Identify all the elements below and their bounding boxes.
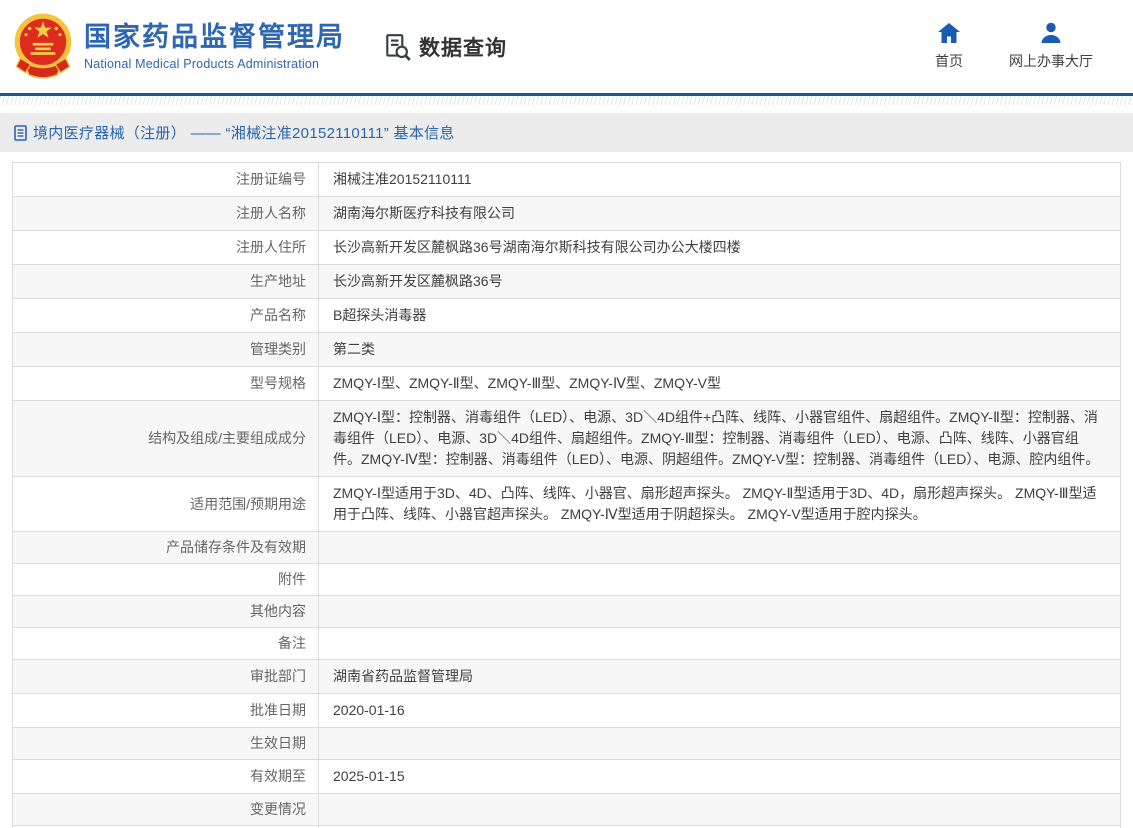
page: 国家药品监督管理局 National Medical Products Admi… <box>0 0 1133 828</box>
national-emblem-icon <box>10 11 76 83</box>
table-row: 批准日期2020-01-16 <box>13 694 1121 728</box>
row-label: 适用范围/预期用途 <box>13 477 319 532</box>
row-label: 管理类别 <box>13 333 319 367</box>
row-label: 附件 <box>13 564 319 596</box>
nav-home[interactable]: 首页 <box>935 22 963 71</box>
nav-home-label: 首页 <box>935 51 963 71</box>
row-label: 型号规格 <box>13 367 319 401</box>
row-value: B超探头消毒器 <box>319 299 1121 333</box>
table-row: 型号规格ZMQY-Ⅰ型、ZMQY-Ⅱ型、ZMQY-Ⅲ型、ZMQY-Ⅳ型、ZMQY… <box>13 367 1121 401</box>
table-row: 注册证编号湘械注准20152110111 <box>13 163 1121 197</box>
brand-text: 国家药品监督管理局 National Medical Products Admi… <box>84 22 345 70</box>
row-label: 备注 <box>13 628 319 660</box>
row-value <box>319 564 1121 596</box>
row-value: 第二类 <box>319 333 1121 367</box>
table-row: 产品名称B超探头消毒器 <box>13 299 1121 333</box>
table-row: 审批部门湖南省药品监督管理局 <box>13 660 1121 694</box>
row-value: ZMQY-Ⅰ型、ZMQY-Ⅱ型、ZMQY-Ⅲ型、ZMQY-Ⅳ型、ZMQY-V型 <box>319 367 1121 401</box>
row-label: 结构及组成/主要组成成分 <box>13 401 319 477</box>
site-header: 国家药品监督管理局 National Medical Products Admi… <box>0 0 1133 93</box>
home-icon <box>937 22 961 44</box>
row-label: 生效日期 <box>13 728 319 760</box>
document-icon <box>14 125 28 141</box>
nav-service-hall-label: 网上办事大厅 <box>1009 51 1093 71</box>
row-value: ZMQY-Ⅰ型适用于3D、4D、凸阵、线阵、小器官、扇形超声探头。 ZMQY-Ⅱ… <box>319 477 1121 532</box>
table-row: 管理类别第二类 <box>13 333 1121 367</box>
org-name-zh: 国家药品监督管理局 <box>84 22 345 53</box>
row-value: 长沙高新开发区麓枫路36号 <box>319 265 1121 299</box>
row-value: 湖南省药品监督管理局 <box>319 660 1121 694</box>
registration-table-body: 注册证编号湘械注准20152110111注册人名称湖南海尔斯医疗科技有限公司注册… <box>13 163 1121 828</box>
data-query-heading[interactable]: 数据查询 <box>383 32 507 62</box>
row-label: 有效期至 <box>13 760 319 794</box>
row-value <box>319 794 1121 826</box>
row-value <box>319 728 1121 760</box>
row-label: 审批部门 <box>13 660 319 694</box>
section-label: 数据查询 <box>419 32 507 62</box>
document-search-icon <box>383 32 413 62</box>
row-label: 产品名称 <box>13 299 319 333</box>
row-label: 注册人名称 <box>13 197 319 231</box>
row-value: 2025-01-15 <box>319 760 1121 794</box>
table-wrap: 注册证编号湘械注准20152110111注册人名称湖南海尔斯医疗科技有限公司注册… <box>12 162 1121 828</box>
table-row: 生产地址长沙高新开发区麓枫路36号 <box>13 265 1121 299</box>
table-row: 注册人住所长沙高新开发区麓枫路36号湖南海尔斯科技有限公司办公大楼四楼 <box>13 231 1121 265</box>
table-row: 有效期至2025-01-15 <box>13 760 1121 794</box>
registration-info-table: 注册证编号湘械注准20152110111注册人名称湖南海尔斯医疗科技有限公司注册… <box>12 162 1121 828</box>
row-value <box>319 596 1121 628</box>
row-label: 注册人住所 <box>13 231 319 265</box>
table-row: 产品储存条件及有效期 <box>13 532 1121 564</box>
header-nav: 首页 网上办事大厅 <box>935 22 1105 71</box>
row-value: 湖南海尔斯医疗科技有限公司 <box>319 197 1121 231</box>
org-name-en: National Medical Products Administration <box>84 57 345 71</box>
table-row: 其他内容 <box>13 596 1121 628</box>
row-label: 产品储存条件及有效期 <box>13 532 319 564</box>
table-row: 注册人名称湖南海尔斯医疗科技有限公司 <box>13 197 1121 231</box>
page-title: 境内医疗器械（注册） —— “湘械注准20152110111” 基本信息 <box>33 122 455 143</box>
row-value: ZMQY-Ⅰ型：控制器、消毒组件（LED）、电源、3D＼4D组件+凸阵、线阵、小… <box>319 401 1121 477</box>
table-row: 适用范围/预期用途ZMQY-Ⅰ型适用于3D、4D、凸阵、线阵、小器官、扇形超声探… <box>13 477 1121 532</box>
row-label: 批准日期 <box>13 694 319 728</box>
row-label: 生产地址 <box>13 265 319 299</box>
row-label: 变更情况 <box>13 794 319 826</box>
table-row: 生效日期 <box>13 728 1121 760</box>
nmpa-logo-link[interactable]: 国家药品监督管理局 National Medical Products Admi… <box>10 11 345 83</box>
table-row: 结构及组成/主要组成成分ZMQY-Ⅰ型：控制器、消毒组件（LED）、电源、3D＼… <box>13 401 1121 477</box>
hatch-strip <box>0 96 1133 105</box>
person-icon <box>1039 22 1063 44</box>
breadcrumb-bar: 境内医疗器械（注册） —— “湘械注准20152110111” 基本信息 <box>0 113 1133 152</box>
row-value <box>319 628 1121 660</box>
row-value <box>319 532 1121 564</box>
table-row: 备注 <box>13 628 1121 660</box>
row-value: 长沙高新开发区麓枫路36号湖南海尔斯科技有限公司办公大楼四楼 <box>319 231 1121 265</box>
row-label: 其他内容 <box>13 596 319 628</box>
table-row: 附件 <box>13 564 1121 596</box>
row-value: 湘械注准20152110111 <box>319 163 1121 197</box>
row-value: 2020-01-16 <box>319 694 1121 728</box>
nav-service-hall[interactable]: 网上办事大厅 <box>1009 22 1093 71</box>
row-label: 注册证编号 <box>13 163 319 197</box>
table-row: 变更情况 <box>13 794 1121 826</box>
